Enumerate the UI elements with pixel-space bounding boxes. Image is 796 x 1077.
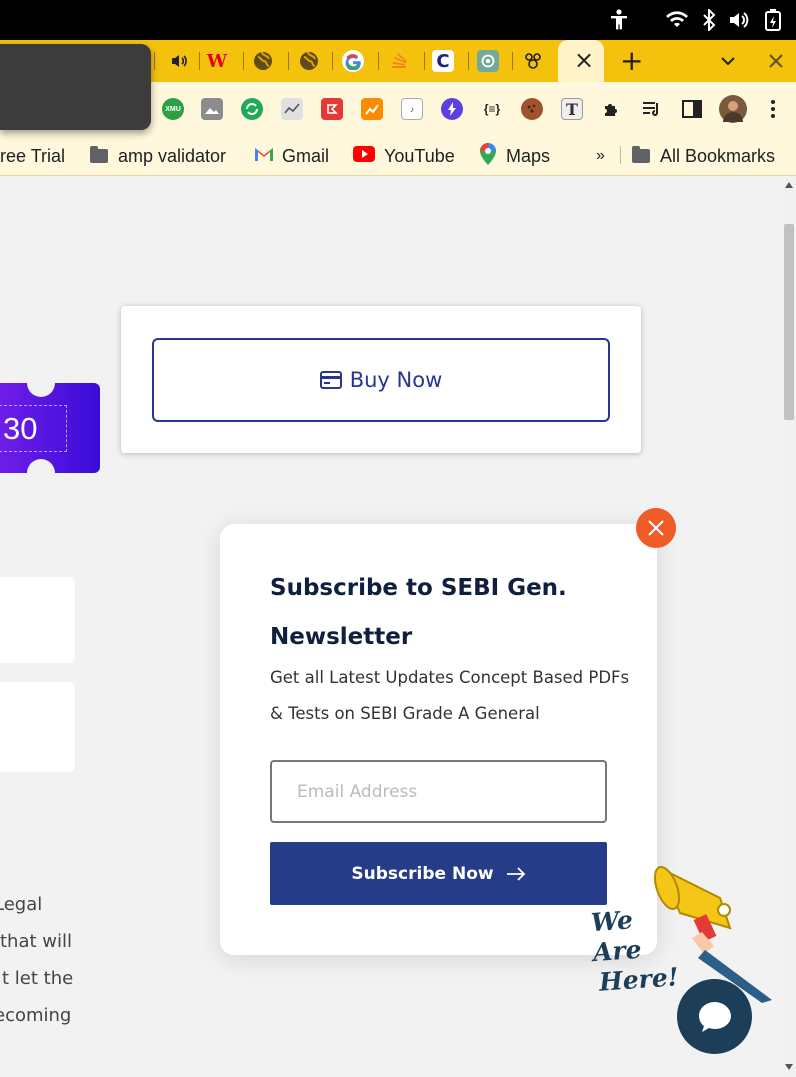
bookmark-label: All Bookmarks	[660, 145, 776, 166]
bolt-icon[interactable]	[441, 98, 463, 120]
email-field[interactable]	[270, 760, 607, 823]
sidepanel-icon[interactable]	[681, 98, 703, 120]
w-logo-icon[interactable]: W	[206, 50, 228, 72]
close-icon	[648, 520, 664, 536]
maps-pin-icon	[480, 142, 496, 170]
system-status-bar	[0, 0, 796, 40]
chatgpt-icon[interactable]	[477, 50, 499, 72]
credit-card-icon	[319, 371, 342, 389]
buy-card: Buy Now	[121, 306, 641, 453]
bookmark-label: Gmail	[282, 145, 330, 166]
window-close-icon[interactable]	[768, 53, 784, 74]
tab-hover-card	[0, 44, 151, 130]
globe-icon[interactable]	[298, 50, 320, 72]
chat-bubble-icon	[698, 1001, 731, 1032]
speaker-icon[interactable]	[168, 50, 190, 72]
bookmark-all-bookmarks[interactable]: All Bookmarks	[632, 144, 775, 168]
bluetooth-icon[interactable]	[698, 8, 720, 32]
buy-now-button[interactable]: Buy Now	[152, 338, 610, 422]
newsletter-description: Get all Latest Updates Concept Based PDF…	[270, 668, 630, 723]
newsletter-title: Subscribe to SEBI Gen. Newsletter	[270, 575, 567, 650]
content-card	[0, 682, 75, 772]
active-tab[interactable]: ×	[558, 40, 604, 82]
subscribe-button[interactable]: Subscribe Now	[270, 842, 607, 905]
tab-search-icon[interactable]	[720, 54, 736, 72]
newsletter-modal: Subscribe to SEBI Gen. Newsletter Get al…	[220, 524, 657, 955]
arrow-right-icon	[506, 866, 526, 881]
sync-icon[interactable]	[241, 98, 263, 120]
folder-icon	[90, 146, 108, 163]
chat-launcher-button[interactable]	[677, 979, 752, 1054]
puzzle-icon[interactable]	[601, 98, 623, 120]
gmail-icon	[254, 146, 274, 167]
wifi-icon[interactable]	[664, 8, 690, 32]
globe-icon[interactable]	[252, 50, 274, 72]
body-text: Legal that will t let the ecoming	[0, 894, 74, 1026]
more-bookmarks-button[interactable]: »	[596, 144, 605, 168]
image-icon[interactable]	[201, 98, 223, 120]
content-card	[0, 577, 75, 663]
chart-icon[interactable]	[281, 98, 303, 120]
subscribe-label: Subscribe Now	[351, 863, 494, 884]
modal-close-button[interactable]	[636, 508, 676, 548]
youtube-icon	[353, 145, 375, 167]
xmu-icon[interactable]: XMU	[162, 98, 184, 120]
json-icon[interactable]: {≡}	[481, 98, 503, 120]
battery-icon	[762, 8, 784, 32]
c-logo-icon[interactable]: C	[432, 50, 454, 72]
coupon-ticket: 30	[0, 369, 100, 487]
new-tab-button[interactable]: +	[620, 44, 643, 77]
pdf-icon[interactable]	[321, 98, 343, 120]
bookmark-label: amp validator	[118, 145, 227, 166]
google-icon[interactable]	[342, 50, 364, 72]
we-are-here-badge: We Are Here!	[589, 905, 680, 997]
cookie-icon[interactable]	[521, 98, 543, 120]
volume-icon[interactable]	[728, 8, 750, 32]
translate-icon[interactable]: ♪	[401, 98, 423, 120]
tab-close-icon[interactable]: ×	[574, 46, 594, 74]
buy-now-label: Buy Now	[349, 368, 443, 392]
font-icon[interactable]: T	[561, 98, 583, 120]
bookmarks-bar: ree Trial amp validator Gmail YouTube Ma…	[0, 136, 796, 176]
menu-icon[interactable]	[762, 98, 784, 120]
bookmark-label: YouTube	[384, 145, 455, 166]
bookmark-gmail[interactable]: Gmail	[254, 144, 329, 168]
bookmark-label: Maps	[506, 145, 551, 166]
bookmark-free-trial[interactable]: ree Trial	[0, 144, 65, 168]
analytics-icon[interactable]	[361, 98, 383, 120]
folder-icon	[632, 146, 650, 163]
bookmark-label: ree Trial	[0, 145, 66, 166]
scrollbar-thumb[interactable]	[784, 224, 794, 420]
bookmark-amp-validator[interactable]: amp validator	[90, 144, 226, 168]
coupon-code: 30	[0, 405, 67, 452]
accessibility-icon[interactable]	[606, 8, 632, 32]
bookmark-youtube[interactable]: YouTube	[353, 144, 455, 168]
chevron-double-icon: »	[596, 147, 605, 164]
stack-icon[interactable]	[388, 50, 410, 72]
reading-list-icon[interactable]	[641, 98, 663, 120]
paw-icon[interactable]	[522, 50, 544, 72]
avatar[interactable]	[719, 95, 747, 123]
bookmark-maps[interactable]: Maps	[480, 142, 551, 170]
